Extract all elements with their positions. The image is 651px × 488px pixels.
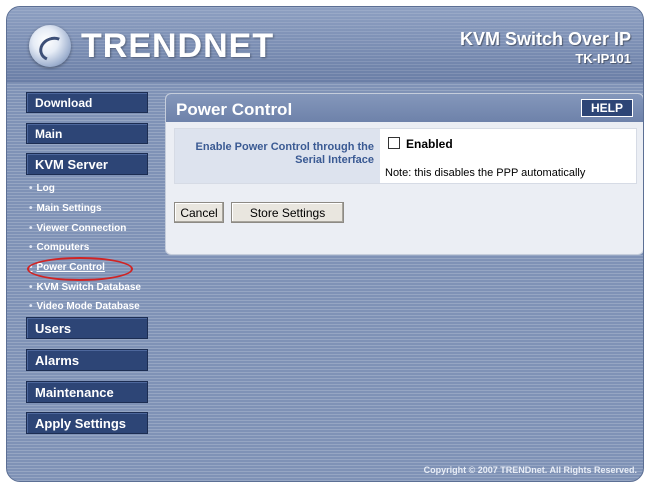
nav-sub-viewer-connection-label: Viewer Connection [36, 223, 127, 234]
page-title: Power Control [176, 100, 293, 119]
enabled-checkbox[interactable]: Enabled [388, 137, 453, 151]
highlight-circle [27, 257, 133, 281]
nav-sub-kvm-switch-database-label: KVM Switch Database [36, 282, 141, 293]
store-settings-button[interactable]: Store Settings [231, 202, 344, 223]
help-button[interactable]: HELP [581, 99, 633, 117]
product-model: TK-IP101 [575, 51, 631, 66]
nav-kvm-server[interactable]: KVM Server [26, 153, 148, 175]
cancel-button[interactable]: Cancel [174, 202, 224, 223]
trendnet-logo-icon [29, 25, 71, 67]
nav-sub-log-label: Log [36, 183, 55, 194]
panel-header: Power Control HELP [166, 94, 643, 122]
nav-users[interactable]: Users [26, 317, 148, 339]
setting-label: Enable Power Control through the Serial … [175, 129, 380, 183]
setting-label-line2: Serial Interface [295, 154, 374, 166]
nav-sub-computers-label: Computers [36, 242, 90, 253]
nav-apply-settings[interactable]: Apply Settings [26, 412, 148, 434]
nav-sub-kvm-switch-database[interactable]: • KVM Switch Database [29, 282, 141, 293]
nav-sub-video-mode-database[interactable]: • Video Mode Database [29, 301, 140, 312]
checkbox-unchecked-icon[interactable] [388, 137, 400, 149]
nav-download[interactable]: Download [26, 92, 148, 113]
nav-main[interactable]: Main [26, 123, 148, 144]
header-banner: TRENDNET KVM Switch Over IP TK-IP101 [7, 7, 643, 83]
nav-sub-main-settings-label: Main Settings [36, 203, 102, 214]
nav-sub-video-mode-database-label: Video Mode Database [36, 301, 140, 312]
nav-sub-main-settings[interactable]: • Main Settings [29, 203, 102, 214]
brand-name: TRENDNET [81, 27, 275, 65]
copyright-footer: Copyright © 2007 TRENDnet. All Rights Re… [423, 465, 637, 475]
product-title: KVM Switch Over IP [459, 29, 631, 49]
nav-sub-log[interactable]: • Log [29, 183, 55, 194]
power-control-panel: Power Control HELP Enable Power Control … [165, 93, 643, 255]
nav-alarms[interactable]: Alarms [26, 349, 148, 371]
ppp-note: Note: this disables the PPP automaticall… [385, 167, 586, 179]
enabled-checkbox-label: Enabled [406, 137, 453, 151]
nav-maintenance[interactable]: Maintenance [26, 381, 148, 403]
setting-label-line1: Enable Power Control through the [195, 141, 374, 153]
app-frame: TRENDNET KVM Switch Over IP TK-IP101 Dow… [6, 6, 644, 482]
power-control-setting-row: Enable Power Control through the Serial … [174, 128, 637, 184]
nav-sub-viewer-connection[interactable]: • Viewer Connection [29, 223, 126, 234]
nav-sub-computers[interactable]: • Computers [29, 242, 89, 253]
